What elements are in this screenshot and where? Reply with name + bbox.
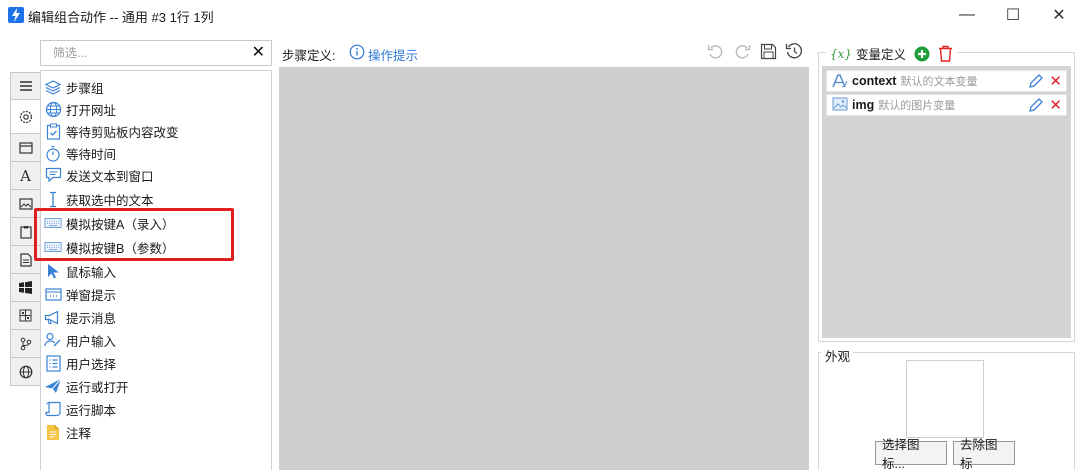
tab-gear-icon[interactable]	[10, 100, 41, 134]
action-label: 用户输入	[66, 334, 117, 349]
action-item[interactable]: 打开网址	[44, 98, 116, 120]
action-item[interactable]: 鼠标输入	[44, 260, 116, 282]
action-item[interactable]: 步骤组	[44, 76, 104, 98]
action-label: 发送文本到窗口	[66, 169, 154, 184]
tab-branch-icon[interactable]	[10, 330, 41, 358]
action-item[interactable]: 提示消息	[44, 306, 116, 328]
tab-windows-icon[interactable]	[10, 274, 41, 302]
action-label: 注释	[66, 426, 92, 441]
action-label: 等待时间	[66, 147, 117, 162]
variable-name: context	[852, 74, 897, 88]
variable-row[interactable]: img 默认的图片变量 ✕	[826, 94, 1067, 116]
edit-pencil-icon[interactable]	[1028, 73, 1044, 92]
paper-plane-icon	[44, 377, 62, 395]
window-title: 编辑组合动作 -- 通用 #3 1行 1列	[28, 10, 214, 25]
note-icon	[44, 423, 62, 441]
icon-preview	[906, 360, 984, 438]
user-edit-icon	[44, 331, 62, 349]
tab-window-icon[interactable]	[10, 134, 41, 162]
stopwatch-icon	[44, 144, 62, 162]
save-icon[interactable]	[758, 41, 778, 61]
action-item[interactable]: 运行脚本	[44, 398, 116, 420]
action-item[interactable]: 用户输入	[44, 329, 116, 351]
filter-box: ✕	[40, 40, 272, 66]
edit-pencil-icon[interactable]	[1028, 97, 1044, 116]
tab-globe-icon[interactable]	[10, 358, 41, 386]
steps-label: 步骤定义:	[282, 49, 336, 63]
action-item[interactable]: 等待剪贴板内容改变	[44, 120, 179, 142]
history-icon[interactable]	[784, 41, 804, 61]
action-item[interactable]: 注释	[44, 421, 91, 443]
globe-icon	[44, 100, 62, 118]
action-item[interactable]: 发送文本到窗口	[44, 164, 154, 186]
remove-icon-button[interactable]: 去除图标	[953, 438, 1015, 471]
variables-header: {x} 变量定义	[826, 44, 958, 63]
appearance-label: 外观	[822, 346, 854, 365]
image-var-icon	[832, 97, 848, 113]
action-label: 打开网址	[66, 103, 117, 118]
filter-input[interactable]	[51, 44, 241, 62]
variable-row[interactable]: context 默认的文本变量 ✕	[826, 70, 1067, 92]
text-cursor-icon	[44, 190, 62, 208]
message-icon	[44, 166, 62, 184]
redo-icon[interactable]	[732, 41, 752, 61]
action-item[interactable]: 获取选中的文本	[44, 188, 154, 210]
close-button[interactable]: ✕	[1036, 0, 1080, 30]
title-bar: 编辑组合动作 -- 通用 #3 1行 1列 — ☐ ✕	[0, 0, 1080, 32]
action-item[interactable]: 弹窗提示	[44, 283, 116, 305]
filter-clear-button[interactable]: ✕	[252, 43, 265, 63]
choose-icon-button[interactable]: 选择图标...	[875, 438, 947, 471]
action-label: 用户选择	[66, 357, 117, 372]
clipboard-check-icon	[44, 122, 62, 140]
text-var-icon	[832, 73, 848, 89]
step-toolbar	[706, 41, 804, 61]
variable-description: 默认的图片变量	[878, 100, 956, 112]
action-label: 获取选中的文本	[66, 193, 154, 208]
action-label: 弹窗提示	[66, 288, 117, 303]
action-label: 提示消息	[66, 311, 117, 326]
popup-icon	[44, 285, 62, 303]
variables-title: 变量定义	[856, 48, 907, 62]
variable-curly-icon: {x}	[830, 46, 853, 61]
variable-name: img	[852, 98, 875, 112]
list-check-icon	[44, 354, 62, 372]
action-item[interactable]: 用户选择	[44, 352, 116, 374]
app-lightning-icon	[8, 7, 24, 23]
script-icon	[44, 400, 62, 418]
variable-description: 默认的文本变量	[900, 76, 978, 88]
action-label: 鼠标输入	[66, 265, 117, 280]
stack-icon	[44, 78, 62, 96]
maximize-button[interactable]: ☐	[990, 0, 1036, 30]
tab-grid-icon[interactable]	[10, 302, 41, 330]
delete-variable-icon[interactable]	[938, 45, 953, 62]
tab-text-icon[interactable]: A	[10, 162, 41, 190]
variables-list: context 默认的文本变量 ✕ img 默认的图片变量 ✕	[822, 66, 1071, 338]
action-item[interactable]: 等待时间	[44, 142, 116, 164]
tab-list-icon[interactable]	[10, 72, 41, 100]
action-item[interactable]: 运行或打开	[44, 375, 129, 397]
action-label: 步骤组	[66, 81, 104, 96]
action-label: 运行脚本	[66, 403, 117, 418]
delete-x-icon[interactable]: ✕	[1049, 72, 1062, 90]
add-variable-icon[interactable]	[914, 46, 930, 62]
highlight-box	[34, 208, 234, 261]
steps-canvas[interactable]	[279, 67, 809, 470]
action-label: 运行或打开	[66, 380, 129, 395]
minimize-button[interactable]: —	[944, 0, 990, 30]
action-label: 等待剪贴板内容改变	[66, 125, 179, 140]
info-icon[interactable]	[349, 44, 365, 63]
mouse-pointer-icon	[44, 262, 62, 280]
undo-icon[interactable]	[706, 41, 726, 61]
megaphone-icon	[44, 308, 62, 326]
delete-x-icon[interactable]: ✕	[1049, 96, 1062, 114]
operation-hint-link[interactable]: 操作提示	[368, 45, 418, 64]
